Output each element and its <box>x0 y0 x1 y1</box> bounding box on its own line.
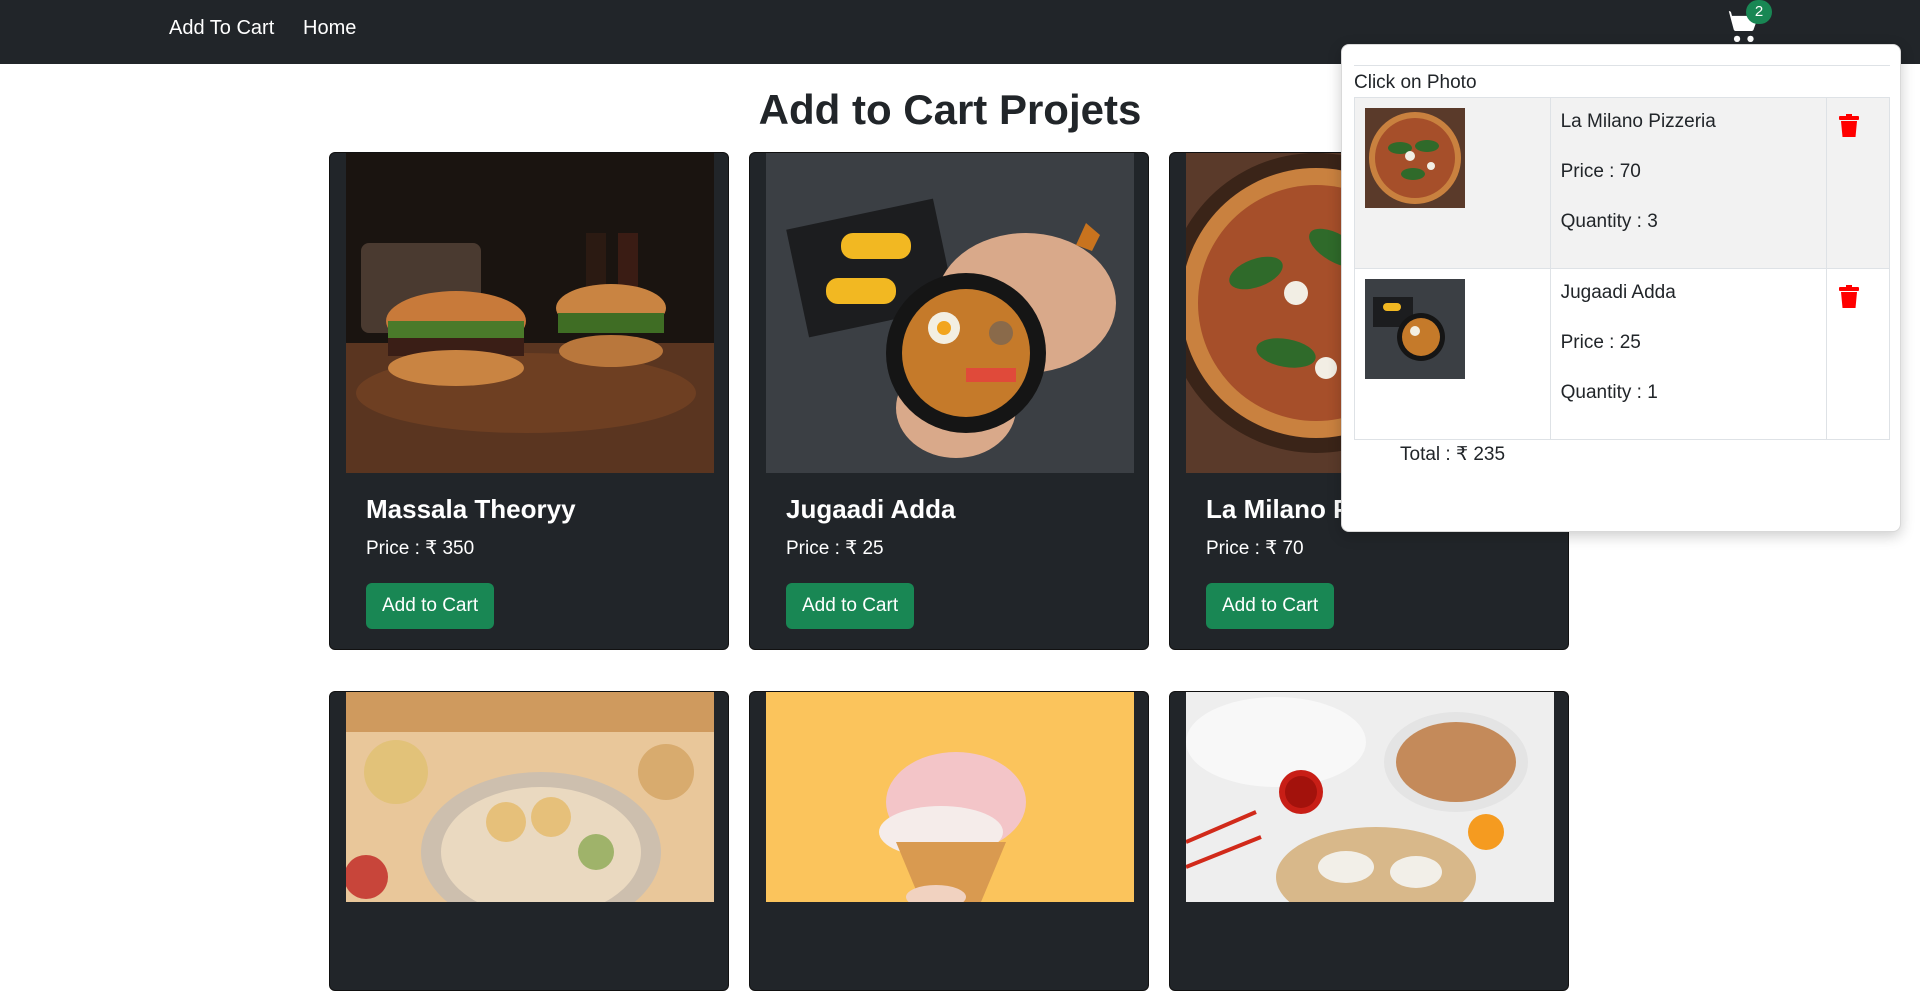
dumplings-photo <box>1186 692 1554 902</box>
crackers-photo <box>346 692 714 902</box>
cart-items-table: La Milano Pizzeria Price : 70 Quantity :… <box>1354 97 1890 440</box>
cart-hint-text: Click on Photo <box>1354 72 1477 93</box>
cart-item-price: Price : 70 <box>1560 161 1641 182</box>
product-card <box>1169 691 1569 991</box>
add-to-cart-button[interactable]: Add to Cart <box>1206 583 1335 629</box>
navbar-brand-link[interactable]: Add To Cart <box>169 16 274 40</box>
product-name: Massala Theoryy <box>366 494 576 524</box>
cart-dropdown: Click on Photo La Milano Pizzeria Price … <box>1341 44 1901 532</box>
product-name: Jugaadi Adda <box>786 494 956 524</box>
cart-item-quantity: Quantity : 1 <box>1560 382 1658 403</box>
cart-item-quantity: Quantity : 3 <box>1560 211 1658 232</box>
cart-item-image-cell <box>1354 97 1551 269</box>
product-price: Price : ₹ 25 <box>786 538 884 559</box>
burger-photo <box>346 153 714 473</box>
product-price: Price : ₹ 70 <box>1206 538 1304 559</box>
cart-divider <box>1354 65 1890 66</box>
cart-item-info-cell: Jugaadi Adda Price : 25 Quantity : 1 <box>1549 268 1828 440</box>
add-to-cart-button[interactable]: Add to Cart <box>366 583 495 629</box>
cart-item-name: La Milano Pizzeria <box>1560 111 1716 132</box>
cart-item-name: Jugaadi Adda <box>1560 282 1676 303</box>
cart-count-badge: 2 <box>1746 0 1772 24</box>
cart-item-row: Jugaadi Adda Price : 25 Quantity : 1 <box>1354 268 1890 440</box>
nav-home-link[interactable]: Home <box>303 16 356 40</box>
product-price: Price : ₹ 350 <box>366 538 475 559</box>
cart-item-row: La Milano Pizzeria Price : 70 Quantity :… <box>1354 97 1890 269</box>
trash-icon[interactable] <box>1838 285 1860 309</box>
cart-item-delete-cell <box>1826 97 1890 269</box>
cart-total: Total : ₹ 235 <box>1400 444 1506 465</box>
cart-item-delete-cell <box>1826 268 1890 440</box>
cart-item-price: Price : 25 <box>1560 332 1641 353</box>
ice-cream-photo <box>766 692 1134 902</box>
product-card <box>329 691 729 991</box>
product-card: Massala Theoryy Price : ₹ 350 Add to Car… <box>329 152 729 650</box>
cart-item-image-cell <box>1354 268 1551 440</box>
noodles-photo <box>766 153 1134 473</box>
cart-item-thumbnail[interactable] <box>1365 279 1465 379</box>
cart-item-thumbnail[interactable] <box>1365 108 1465 208</box>
product-card <box>749 691 1149 991</box>
product-card: Jugaadi Adda Price : ₹ 25 Add to Cart <box>749 152 1149 650</box>
cart-item-info-cell: La Milano Pizzeria Price : 70 Quantity :… <box>1549 97 1828 269</box>
trash-icon[interactable] <box>1838 114 1860 138</box>
add-to-cart-button[interactable]: Add to Cart <box>786 583 915 629</box>
